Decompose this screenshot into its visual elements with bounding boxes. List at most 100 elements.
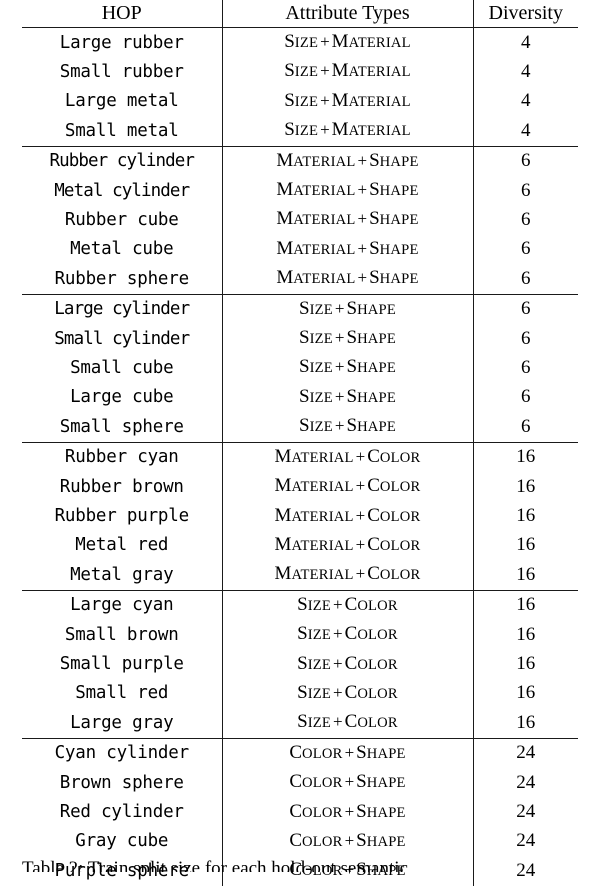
table-row: Large rubber SIZE + MATERIAL 4 bbox=[22, 27, 578, 58]
table-row: Small brown SIZE + COLOR 16 bbox=[22, 620, 578, 650]
cell-diversity: 6 bbox=[521, 327, 531, 349]
cell-diversity: 16 bbox=[473, 560, 578, 591]
cell-hop: Red cylinder bbox=[22, 797, 223, 827]
cell-diversity: 16 bbox=[516, 682, 536, 704]
cell-diversity: 4 bbox=[521, 90, 531, 112]
column-header-attribute-types: Attribute Types bbox=[222, 0, 474, 28]
table-row: Gray cube COLOR + SHAPE 24 bbox=[22, 826, 578, 857]
cell-diversity: 6 bbox=[521, 356, 531, 378]
cell-attribute-types: MATERIAL + COLOR bbox=[222, 530, 474, 561]
table-row: Rubber purple MATERIAL + COLOR 16 bbox=[22, 501, 578, 531]
cell-attribute-types: MATERIAL + COLOR bbox=[222, 501, 474, 531]
cell-hop: Rubber cylinder bbox=[22, 146, 223, 177]
cell-diversity: 4 bbox=[473, 116, 578, 147]
cell-attribute-types: SIZE + SHAPE bbox=[222, 382, 474, 413]
cell-hop: Rubber cube bbox=[22, 205, 223, 235]
cell-diversity: 16 bbox=[473, 708, 578, 739]
table-row: Small purple SIZE + COLOR 16 bbox=[22, 649, 578, 679]
cell-attribute-types: COLOR + SHAPE bbox=[222, 738, 474, 769]
cell-attribute-types: SIZE + COLOR bbox=[222, 649, 474, 679]
cell-hop: Small red bbox=[22, 678, 223, 709]
cell-hop: Large gray bbox=[22, 708, 223, 739]
cell-hop: Large metal bbox=[22, 86, 223, 117]
cell-diversity: 24 bbox=[516, 771, 536, 793]
cell-hop: Small sphere bbox=[22, 412, 223, 443]
hop-attribute-table: HOP Attribute Types Diversity Large rubb… bbox=[22, 0, 578, 886]
table-row: Rubber brown MATERIAL + COLOR 16 bbox=[22, 472, 578, 502]
cell-attribute-types: SIZE + COLOR bbox=[222, 620, 474, 650]
cell-diversity: 24 bbox=[516, 742, 536, 764]
cell-hop: Large cyan bbox=[22, 590, 223, 621]
caption-text: Table 2: Train split size for each hold-… bbox=[22, 858, 408, 872]
cell-attribute-types: SIZE + MATERIAL bbox=[222, 57, 474, 87]
cell-attribute-types: MATERIAL + COLOR bbox=[222, 560, 474, 591]
table-row: Large cube SIZE + SHAPE 6 bbox=[22, 382, 578, 413]
table-header: HOP Attribute Types Diversity bbox=[22, 0, 578, 28]
cell-diversity: 16 bbox=[516, 653, 536, 675]
table-row: Small cube SIZE + SHAPE 6 bbox=[22, 353, 578, 383]
cell-diversity: 24 bbox=[516, 801, 536, 823]
cell-diversity: 6 bbox=[521, 179, 531, 201]
table-row: Metal red MATERIAL + COLOR 16 bbox=[22, 530, 578, 561]
cell-attribute-types: MATERIAL + COLOR bbox=[222, 472, 474, 502]
cell-attribute-types: SIZE + COLOR bbox=[222, 678, 474, 709]
cell-attribute-types: MATERIAL + SHAPE bbox=[222, 264, 474, 295]
cell-hop: Small rubber bbox=[22, 57, 223, 87]
cell-hop: Gray cube bbox=[22, 826, 223, 857]
table-row: Small rubber SIZE + MATERIAL 4 bbox=[22, 57, 578, 87]
cell-attribute-types: SIZE + SHAPE bbox=[222, 294, 474, 325]
cell-hop: Metal cube bbox=[22, 234, 223, 265]
cell-attribute-types: SIZE + SHAPE bbox=[222, 324, 474, 354]
cell-attribute-types: SIZE + SHAPE bbox=[222, 412, 474, 443]
cell-hop: Large cube bbox=[22, 382, 223, 413]
table-row: Large cyan SIZE + COLOR 16 bbox=[22, 590, 578, 621]
cell-hop: Metal cylinder bbox=[22, 176, 223, 206]
cell-diversity: 6 bbox=[521, 298, 531, 320]
cell-hop: Brown sphere bbox=[22, 768, 223, 798]
cell-hop: Large rubber bbox=[22, 27, 223, 58]
table-row: Rubber cube MATERIAL + SHAPE 6 bbox=[22, 205, 578, 235]
cell-hop: Cyan cylinder bbox=[22, 738, 223, 769]
cell-hop: Small cylinder bbox=[22, 324, 223, 354]
cell-attribute-types: MATERIAL + SHAPE bbox=[222, 176, 474, 206]
cell-diversity: 4 bbox=[521, 31, 531, 53]
cell-attribute-types: COLOR + SHAPE bbox=[222, 768, 474, 798]
cell-hop: Rubber brown bbox=[22, 472, 223, 502]
table-row: Rubber cylinder MATERIAL + SHAPE 6 bbox=[22, 146, 578, 177]
cell-diversity: 4 bbox=[521, 60, 531, 82]
table-row: Large cylinder SIZE + SHAPE 6 bbox=[22, 294, 578, 325]
cell-hop: Metal gray bbox=[22, 560, 223, 591]
cell-diversity: 6 bbox=[521, 386, 531, 408]
table-row: Metal gray MATERIAL + COLOR 16 bbox=[22, 560, 578, 591]
cell-diversity: 16 bbox=[516, 594, 536, 616]
cell-hop: Small cube bbox=[22, 353, 223, 383]
table-row: Brown sphere COLOR + SHAPE 24 bbox=[22, 768, 578, 798]
column-header-hop: HOP bbox=[22, 0, 223, 28]
table-row: Small metal SIZE + MATERIAL 4 bbox=[22, 116, 578, 147]
cell-diversity: 16 bbox=[516, 505, 536, 526]
cell-hop: Small purple bbox=[22, 649, 223, 679]
table-row: Cyan cylinder COLOR + SHAPE 24 bbox=[22, 738, 578, 769]
cell-attribute-types: MATERIAL + COLOR bbox=[222, 442, 474, 473]
table-row: Red cylinder COLOR + SHAPE 24 bbox=[22, 797, 578, 827]
cell-attribute-types: SIZE + MATERIAL bbox=[222, 27, 474, 58]
cell-attribute-types: MATERIAL + SHAPE bbox=[222, 234, 474, 265]
cell-diversity: 6 bbox=[521, 150, 531, 172]
table-row: Small red SIZE + COLOR 16 bbox=[22, 678, 578, 709]
cell-hop: Rubber cyan bbox=[22, 442, 223, 473]
cell-hop: Small metal bbox=[22, 116, 223, 147]
cell-attribute-types: SIZE + COLOR bbox=[222, 590, 474, 621]
cell-diversity: 24 bbox=[516, 830, 536, 852]
cell-attribute-types: COLOR + SHAPE bbox=[222, 797, 474, 827]
hop-table-container: HOP Attribute Types Diversity Large rubb… bbox=[22, 0, 578, 886]
cell-diversity: 6 bbox=[473, 264, 578, 295]
cell-attribute-types: MATERIAL + SHAPE bbox=[222, 146, 474, 177]
table-row: Rubber cyan MATERIAL + COLOR 16 bbox=[22, 442, 578, 473]
cell-hop: Small brown bbox=[22, 620, 223, 650]
cell-diversity: 16 bbox=[516, 475, 536, 497]
cell-diversity: 16 bbox=[516, 623, 536, 645]
cell-diversity: 16 bbox=[516, 534, 536, 556]
table-row: Metal cube MATERIAL + SHAPE 6 bbox=[22, 234, 578, 265]
cell-diversity: 6 bbox=[521, 238, 531, 260]
cell-hop: Rubber sphere bbox=[22, 264, 223, 295]
